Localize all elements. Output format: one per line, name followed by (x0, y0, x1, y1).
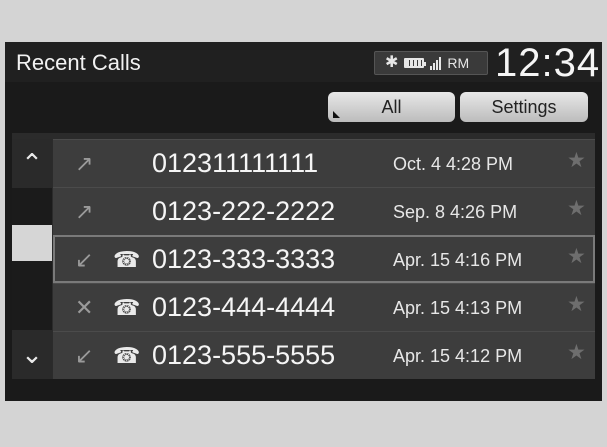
call-row[interactable]: ↙ ☎ 0123-333-3333 Apr. 15 4:16 PM ★ (53, 235, 595, 283)
status-indicators: ✱ RM (374, 51, 488, 75)
roaming-label: RM (447, 55, 470, 71)
call-time: Oct. 4 4:28 PM (393, 154, 514, 174)
settings-button[interactable]: Settings (460, 92, 588, 122)
call-row[interactable]: ↙ ☎ 0123-555-5555 Apr. 15 4:12 PM ★ (53, 331, 595, 379)
call-row[interactable]: ↗ 012311111111 Oct. 4 4:28 PM ★ (53, 139, 595, 187)
clock: 12:34 (495, 42, 601, 85)
star-icon[interactable]: ★ (567, 342, 589, 364)
call-number: 0123-333-3333 (152, 244, 336, 274)
call-number: 012311111111 (152, 148, 319, 178)
call-time: Apr. 15 4:13 PM (393, 298, 523, 318)
bluetooth-icon: ✱ (385, 54, 399, 71)
all-calls-button[interactable]: All (328, 92, 455, 122)
screen-header: Recent Calls ✱ RM 12:34 (5, 42, 602, 85)
star-icon[interactable]: ★ (567, 198, 589, 220)
all-calls-label: All (381, 96, 402, 117)
star-icon[interactable]: ★ (567, 150, 589, 172)
page-title: Recent Calls (16, 50, 141, 75)
outgoing-call-icon: ↗ (75, 199, 94, 224)
outgoing-call-icon: ↗ (75, 151, 94, 176)
scroll-down-button[interactable]: ⌄ (12, 330, 52, 379)
call-rows: ↗ 012311111111 Oct. 4 4:28 PM ★ ↗ 0123-2… (53, 139, 595, 379)
recent-calls-list: ⌃ ⌄ ↗ 012311111111 Oct. 4 4:28 PM ★ ↗ 01… (12, 133, 595, 379)
signal-icon (430, 56, 442, 70)
settings-label: Settings (491, 96, 557, 117)
call-row[interactable]: ↗ 0123-222-2222 Sep. 8 4:26 PM ★ (53, 187, 595, 235)
call-time: Apr. 15 4:16 PM (393, 250, 523, 270)
incoming-call-icon: ↙ (75, 247, 94, 272)
call-time: Apr. 15 4:12 PM (393, 346, 523, 366)
missed-call-icon: ✕ (75, 295, 94, 320)
call-number: 0123-222-2222 (152, 196, 336, 226)
phone-icon: ☎ (113, 295, 141, 320)
battery-icon (404, 58, 427, 68)
scrollbar[interactable]: ⌃ ⌄ (12, 139, 52, 379)
incoming-call-icon: ↙ (75, 343, 94, 368)
call-row[interactable]: ✕ ☎ 0123-444-4444 Apr. 15 4:13 PM ★ (53, 283, 595, 331)
star-icon[interactable]: ★ (567, 294, 589, 316)
call-number: 0123-444-4444 (152, 292, 336, 322)
phone-icon: ☎ (113, 247, 141, 272)
call-number: 0123-555-5555 (152, 340, 336, 370)
chevron-up-icon: ⌃ (21, 148, 43, 178)
scroll-up-button[interactable]: ⌃ (12, 139, 52, 188)
call-time: Sep. 8 4:26 PM (393, 202, 518, 222)
scroll-thumb[interactable] (12, 225, 52, 261)
chevron-down-icon: ⌄ (21, 339, 43, 369)
infotainment-screen: Recent Calls ✱ RM 12:34 All Settings ⌃ ⌄ (5, 42, 602, 401)
star-icon[interactable]: ★ (567, 246, 589, 268)
phone-icon: ☎ (113, 343, 141, 368)
